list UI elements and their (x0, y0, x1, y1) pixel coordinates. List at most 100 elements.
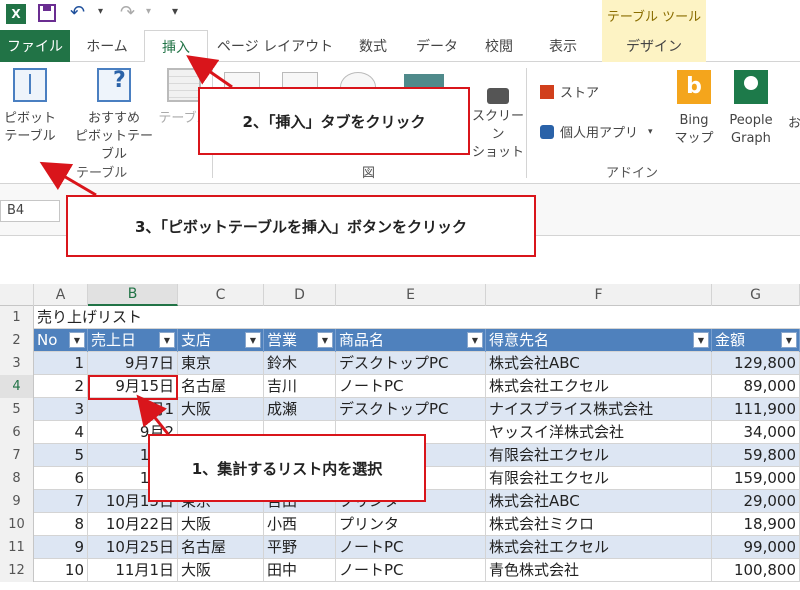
cell-date[interactable]: 10月22日 (88, 513, 178, 536)
header-cell-product[interactable]: 商品名 ▼ (336, 329, 486, 352)
cell-branch[interactable]: 大阪 (178, 398, 264, 421)
redo-icon[interactable]: ↷ (120, 2, 135, 23)
cell-no[interactable]: 5 (34, 444, 88, 467)
cell-branch[interactable]: 東京 (178, 352, 264, 375)
name-box[interactable]: B4 (0, 200, 60, 222)
cell-amount[interactable]: 34,000 (712, 421, 800, 444)
column-header[interactable]: A (34, 284, 88, 306)
cell-amount[interactable]: 18,900 (712, 513, 800, 536)
cell-no[interactable]: 3 (34, 398, 88, 421)
cell-amount[interactable]: 89,000 (712, 375, 800, 398)
column-header[interactable]: E (336, 284, 486, 306)
cell-product[interactable]: プリンタ (336, 513, 486, 536)
cell-rep[interactable]: 平野 (264, 536, 336, 559)
undo-dropdown-icon[interactable]: ▾ (98, 6, 103, 17)
cell-rep[interactable]: 吉川 (264, 375, 336, 398)
filter-dropdown-icon[interactable]: ▼ (317, 332, 333, 348)
cell-no[interactable]: 4 (34, 421, 88, 444)
tab-home[interactable]: ホーム (82, 30, 132, 62)
header-cell-amount[interactable]: 金額 ▼ (712, 329, 800, 352)
cell-amount[interactable]: 29,000 (712, 490, 800, 513)
tab-formulas[interactable]: 数式 (348, 30, 398, 62)
save-icon[interactable] (38, 4, 56, 22)
pivot-table-button[interactable]: ピボット テーブル (0, 68, 60, 146)
screenshot-button[interactable]: スクリーン ショット (466, 88, 530, 162)
tab-design[interactable]: デザイン (602, 30, 706, 62)
filter-dropdown-icon[interactable]: ▼ (467, 332, 483, 348)
row-header[interactable]: 6 (0, 421, 34, 444)
cell-date[interactable]: 9月7日 (88, 352, 178, 375)
cell-rep[interactable]: 成瀬 (264, 398, 336, 421)
row-header[interactable]: 8 (0, 467, 34, 490)
cell-product[interactable]: ノートPC (336, 559, 486, 582)
cell-product[interactable]: デスクトップPC (336, 352, 486, 375)
cell-client[interactable]: 株式会社ミクロ (486, 513, 712, 536)
column-header[interactable]: F (486, 284, 712, 306)
redo-dropdown-icon[interactable]: ▾ (146, 6, 151, 17)
cell-date[interactable]: 9月1 (88, 398, 178, 421)
cell-branch[interactable]: 名古屋 (178, 375, 264, 398)
column-header[interactable]: C (178, 284, 264, 306)
cell-no[interactable]: 10 (34, 559, 88, 582)
bing-maps-button[interactable]: b Bing マップ (672, 70, 716, 148)
row-header[interactable]: 7 (0, 444, 34, 467)
cell-amount[interactable]: 59,800 (712, 444, 800, 467)
row-header[interactable]: 9 (0, 490, 34, 513)
tab-review[interactable]: 校閲 (474, 30, 524, 62)
header-cell-client[interactable]: 得意先名 ▼ (486, 329, 712, 352)
cell-product[interactable]: デスクトップPC (336, 398, 486, 421)
cell-amount[interactable]: 159,000 (712, 467, 800, 490)
cell-date[interactable]: 10月25日 (88, 536, 178, 559)
tab-page-layout[interactable]: ページ レイアウト (216, 30, 334, 62)
cell-client[interactable]: ヤッスイ洋株式会社 (486, 421, 712, 444)
cell-amount[interactable]: 99,000 (712, 536, 800, 559)
tab-data[interactable]: データ (412, 30, 462, 62)
cell-no[interactable]: 1 (34, 352, 88, 375)
cell-rep[interactable]: 田中 (264, 559, 336, 582)
header-cell-date[interactable]: 売上日 ▼ (88, 329, 178, 352)
people-graph-button[interactable]: People Graph (720, 70, 782, 148)
header-cell-no[interactable]: No ▼ (34, 329, 88, 352)
more-button[interactable]: お (788, 112, 800, 131)
column-header[interactable]: B (88, 284, 178, 306)
cell-no[interactable]: 8 (34, 513, 88, 536)
select-all-corner[interactable] (0, 284, 34, 306)
row-header[interactable]: 2 (0, 329, 34, 352)
cell-client[interactable]: 有限会社エクセル (486, 444, 712, 467)
cell-no[interactable]: 9 (34, 536, 88, 559)
cell-client[interactable]: 株式会社エクセル (486, 375, 712, 398)
row-header[interactable]: 5 (0, 398, 34, 421)
cell-amount[interactable]: 129,800 (712, 352, 800, 375)
cell-no[interactable]: 6 (34, 467, 88, 490)
cell-client[interactable]: 青色株式会社 (486, 559, 712, 582)
row-header[interactable]: 12 (0, 559, 34, 582)
cell-amount[interactable]: 100,800 (712, 559, 800, 582)
cell-no[interactable]: 2 (34, 375, 88, 398)
recommended-pivot-button[interactable]: おすすめ ピボットテーブル (74, 68, 154, 164)
undo-icon[interactable]: ↶ (70, 2, 85, 23)
cell-product[interactable]: ノートPC (336, 375, 486, 398)
cell-client[interactable]: 有限会社エクセル (486, 467, 712, 490)
cell-client[interactable]: 株式会社エクセル (486, 536, 712, 559)
row-header[interactable]: 3 (0, 352, 34, 375)
sheet-title[interactable]: 売り上げリスト (34, 306, 264, 329)
cell-date[interactable]: 11月1日 (88, 559, 178, 582)
cell-amount[interactable]: 111,900 (712, 398, 800, 421)
cell-rep[interactable]: 小西 (264, 513, 336, 536)
header-cell-rep[interactable]: 営業 ▼ (264, 329, 336, 352)
tab-file[interactable]: ファイル (0, 30, 70, 62)
cell-product[interactable]: ノートPC (336, 536, 486, 559)
header-cell-branch[interactable]: 支店 ▼ (178, 329, 264, 352)
cell-no[interactable]: 7 (34, 490, 88, 513)
tab-view[interactable]: 表示 (538, 30, 588, 62)
column-header[interactable]: D (264, 284, 336, 306)
row-header[interactable]: 11 (0, 536, 34, 559)
column-header[interactable]: G (712, 284, 800, 306)
cell-branch[interactable]: 名古屋 (178, 536, 264, 559)
cell-rep[interactable]: 鈴木 (264, 352, 336, 375)
tab-insert[interactable]: 挿入 (144, 30, 208, 63)
filter-dropdown-icon[interactable]: ▼ (693, 332, 709, 348)
filter-dropdown-icon[interactable]: ▼ (245, 332, 261, 348)
customize-qat-button[interactable]: ▾ (172, 4, 178, 18)
cell-branch[interactable]: 大阪 (178, 559, 264, 582)
